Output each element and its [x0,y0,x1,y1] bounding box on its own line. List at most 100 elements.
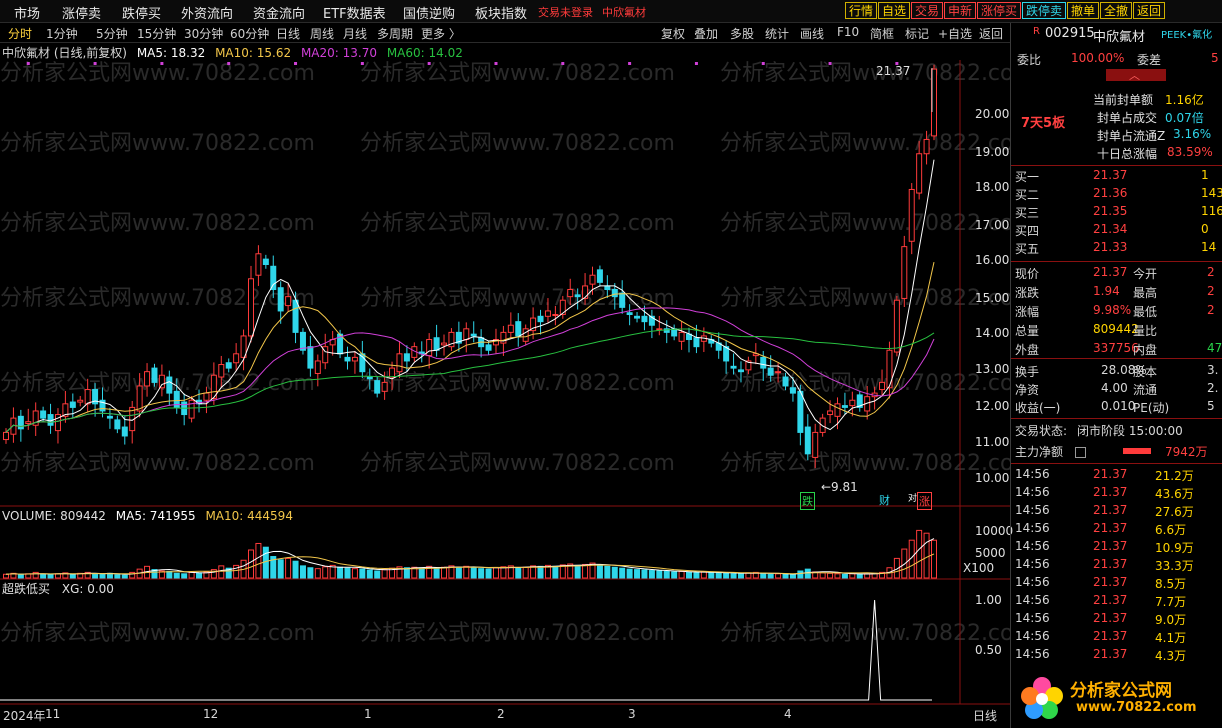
signal-dot [628,62,632,65]
volume-bar [121,574,128,579]
candle-body [255,253,262,276]
code-prefix: R [1033,26,1040,37]
low-price-label: ←9.81 [821,480,858,494]
bid-row[interactable]: 买四 21.34 0 [1015,222,1222,240]
candle-body [389,367,396,378]
volume-bar [455,567,462,579]
tick-volume: 21.2万 [1155,469,1194,483]
candle-body [804,426,811,455]
stat-label: 现价 [1015,267,1040,281]
volume-bar [923,532,930,579]
signal-dot [694,62,698,65]
candle-body [144,371,151,387]
candle-body [307,346,314,369]
volume-bar [255,542,262,579]
candle-body [374,380,381,394]
tick-price: 21.37 [1093,539,1128,553]
candle-body [25,421,32,424]
volume-bar [522,566,529,579]
tick-row: 14:56 21.37 6.6万 [1015,521,1222,539]
candle-body [507,324,514,333]
volume-bar [470,566,477,579]
y-label: 13.00 [975,362,1010,376]
watermark-text: 分析家公式网www.70822.com [0,61,315,86]
volume-bar [463,565,470,579]
stat-value: 1.94 [1093,284,1120,298]
watermark-layer: 分析家公式网www.70822.com 分析家公式网www.70822.com 分析… [0,61,1010,646]
volume-bar [181,573,188,579]
concept-tag[interactable]: PEEK•氟化 [1161,26,1212,41]
candle-body [433,337,440,351]
candle-body [515,321,522,337]
watermark-text: 分析家公式网www.70822.com [360,621,675,646]
volume-bar [723,572,730,579]
candle-body [225,362,232,369]
seal-float-row: 封单占流通Z 3.16% [1015,127,1222,145]
btn-cancel-all[interactable]: 全撤 [1100,2,1133,19]
x-year: 2024年 [3,709,46,723]
candle-body [611,289,618,298]
tick-time: 14:56 [1015,611,1050,625]
seal-trade-row: 封单占成交 0.07倍 [1015,109,1222,127]
bid-row[interactable]: 买五 21.33 14 [1015,240,1222,258]
volume-bar [54,573,61,579]
volume-bar [299,565,306,579]
volume-bar [359,568,366,579]
candle-body [84,389,91,405]
volume-bar [99,573,106,579]
x-period-label[interactable]: 日线 [973,707,997,724]
candle-body [619,292,626,308]
volume-bar [218,565,225,579]
kline-chart[interactable]: 分析家公式网www.70822.com 分析家公式网www.70822.com 分析… [0,0,1010,728]
seal-amount-label: 当前封单额 [1093,93,1154,107]
stat-row: 涨跌 1.94 最高 2 [1015,284,1222,302]
watermark-text: 分析家公式网www.70822.com [0,621,315,646]
tick-volume: 7.7万 [1155,595,1187,609]
candle-body [114,419,121,430]
candle-body [344,356,351,362]
stat-label: 最高 [1133,286,1158,300]
candle-body [270,265,277,291]
x-month: 12 [203,707,219,721]
tick-price: 21.37 [1093,521,1128,535]
stat-label: 涨幅 [1015,305,1040,319]
stat-row: 总量 809442 量比 [1015,322,1222,340]
stat-value: 4.00 [1101,381,1128,395]
tag-zhang[interactable]: 涨 [917,492,932,510]
y-label: 11.00 [975,435,1010,449]
candle-body [158,374,165,389]
bid-row[interactable]: 买三 21.35 116 [1015,204,1222,222]
x-month: 4 [784,707,792,721]
expand-icon[interactable] [1075,447,1086,458]
volume-bar [819,572,826,579]
tick-time: 14:56 [1015,539,1050,553]
volume-bar [307,567,314,579]
btn-back[interactable]: 返回 [1133,2,1166,19]
volume-bar [789,573,796,579]
volume-bar [641,569,648,579]
candle-body [522,328,529,342]
candle-body [136,385,143,412]
logo-text: 分析家公式网 [1070,681,1172,701]
tick-price: 21.37 [1093,503,1128,517]
tag-die[interactable]: 跌 [800,492,815,510]
candle-body [834,403,841,417]
watermark-text: 分析家公式网www.70822.com [720,286,1010,311]
stat-label: 换手 [1015,365,1040,379]
btn-limit-down-sell[interactable]: 跌停卖 [1022,2,1067,19]
btn-cancel-order[interactable]: 撤单 [1067,2,1100,19]
stat-value: 809442 [1093,322,1139,336]
trade-status-value: 闭市阶段 15:00:00 [1077,424,1183,438]
trade-status-row: 交易状态: 闭市阶段 15:00:00 [1015,422,1222,440]
watermark-text: 分析家公式网www.70822.com [0,451,315,476]
bid-row[interactable]: 买一 21.37 1 [1015,168,1222,186]
candle-body [879,381,886,391]
chevron-up-icon[interactable]: ︿ [1129,67,1140,83]
signal-dot [26,62,30,65]
bid-row[interactable]: 买二 21.36 143 [1015,186,1222,204]
indicator-layer [0,599,932,701]
tag-cai[interactable]: 财 [879,492,890,508]
candle-body [812,431,819,458]
candle-body [797,390,804,433]
volume-ma5: MA5: 741955 [115,509,196,523]
